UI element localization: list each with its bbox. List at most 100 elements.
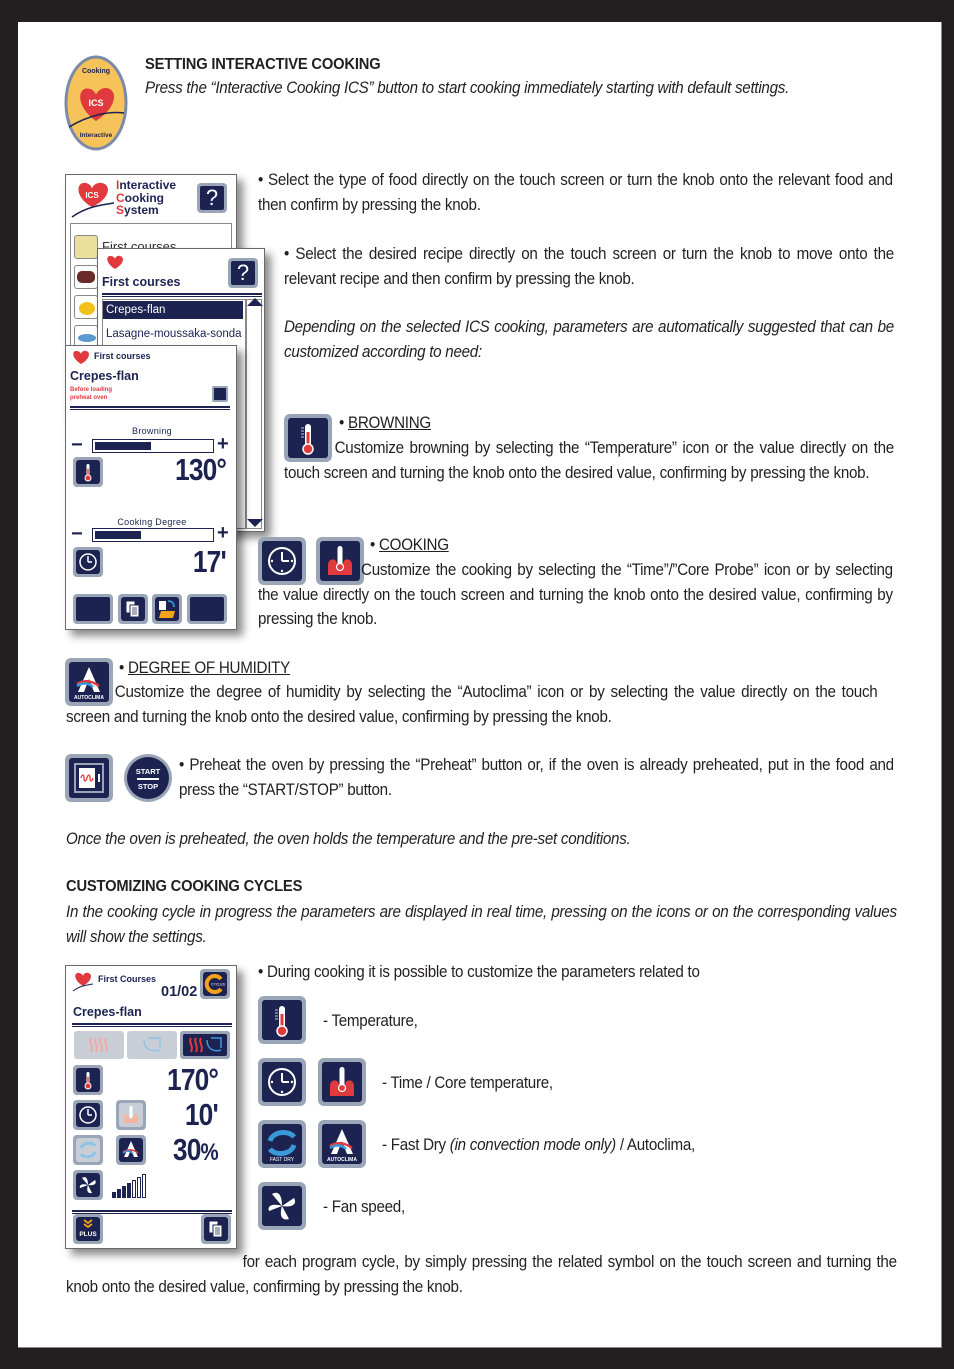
param-text: - Fast Dry xyxy=(382,1136,450,1154)
clock-icon xyxy=(79,1106,97,1124)
temperature-icon-tile xyxy=(258,996,306,1044)
closing-text: for each program cycle, by simply pressi… xyxy=(66,1253,897,1296)
fast-dry-icon xyxy=(79,1141,97,1159)
fan-speed-indicator[interactable] xyxy=(112,1174,152,1198)
section-title-customizing-cycles: CUSTOMIZING COOKING CYCLES xyxy=(66,878,303,895)
plus-chevrons-icon: PLUS xyxy=(79,1219,97,1238)
time-button[interactable] xyxy=(73,1100,103,1130)
cooking-heading: • COOKING xyxy=(370,533,449,558)
during-cooking-intro: • During cooking it is possible to custo… xyxy=(258,963,700,981)
core-probe-icon xyxy=(330,1067,354,1096)
cycles-icon: CYCLES xyxy=(204,974,226,994)
recipe-name: Crepes-flan xyxy=(70,369,139,383)
humidity-heading: • DEGREE OF HUMIDITY xyxy=(119,656,290,681)
preheat-text: • Preheat the oven by pressing the “Preh… xyxy=(179,756,894,799)
bullet: • xyxy=(370,536,379,554)
recipe-item-crepes-flan[interactable]: Crepes-flan xyxy=(103,301,243,319)
clock-icon xyxy=(79,553,97,571)
document-icon xyxy=(125,600,140,618)
humidity-number: 30 xyxy=(173,1132,201,1167)
svg-text:ICS: ICS xyxy=(85,191,99,200)
cooking-text: Customize the cooking by selecting the “… xyxy=(258,561,893,628)
time-value[interactable]: 10' xyxy=(185,1097,219,1133)
action-button-1[interactable] xyxy=(73,594,113,624)
cooking-degree-plus-button[interactable]: + xyxy=(217,522,229,545)
preheat-warning: Before loading preheat oven xyxy=(70,386,112,402)
save-to-folder-button[interactable] xyxy=(152,594,182,624)
category-label: First Courses xyxy=(98,974,157,984)
ics-heart-small-icon xyxy=(104,253,126,271)
section-subtitle-setting-ics: Press the “Interactive Cooking ICS” butt… xyxy=(145,79,790,97)
scrollbar[interactable] xyxy=(246,299,262,529)
preheat-icon-tile xyxy=(65,754,113,802)
stop-label: STOP xyxy=(137,782,159,791)
humidity-unit: % xyxy=(200,1139,219,1166)
clock-icon xyxy=(268,1068,296,1096)
food-icon-pasta[interactable] xyxy=(74,235,98,259)
param-text: / Autoclima, xyxy=(615,1136,695,1154)
heating-mode-steam[interactable] xyxy=(127,1031,177,1059)
section-title-setting-ics: SETTING INTERACTIVE COOKING xyxy=(145,56,381,73)
cooking-degree-bar-fill xyxy=(95,531,142,539)
svg-text:PLUS: PLUS xyxy=(79,1231,97,1238)
param-temperature: - Temperature, xyxy=(323,1012,418,1030)
recipe-settings-screen: First courses Crepes-flan Before loading… xyxy=(65,345,237,630)
fan-speed-bar xyxy=(117,1189,121,1198)
fan-speed-bar xyxy=(132,1180,136,1198)
heating-mode-convection[interactable] xyxy=(74,1031,124,1059)
thermometer-icon xyxy=(84,1072,92,1090)
recipe-list-title: First courses xyxy=(102,275,181,289)
time-value[interactable]: 17' xyxy=(193,544,227,580)
fast-dry-button[interactable] xyxy=(73,1135,103,1165)
recipe-item-lasagne[interactable]: Lasagne-moussaka-sonda xyxy=(103,325,243,343)
plus-button[interactable]: PLUS xyxy=(73,1214,103,1244)
ics-title: Interactive Cooking System xyxy=(116,179,176,217)
divider xyxy=(137,778,159,780)
recipe-notes-button[interactable] xyxy=(118,594,148,624)
help-button[interactable]: ? xyxy=(228,258,258,288)
cooking-degree-minus-button[interactable]: − xyxy=(71,523,83,546)
svg-text:Interactive: Interactive xyxy=(80,132,113,139)
autoclima-icon: AUTOCLIMA xyxy=(327,1129,357,1163)
cycles-button[interactable]: CYCLES xyxy=(200,969,230,999)
cooking-degree-bar[interactable] xyxy=(92,528,214,542)
food-icon-meat[interactable] xyxy=(74,265,98,289)
recipe-notes-button[interactable] xyxy=(201,1214,231,1244)
convection-heat-icon xyxy=(89,1037,108,1053)
browning-bar[interactable] xyxy=(92,439,214,453)
divider xyxy=(70,406,230,410)
recipe-name: Crepes-flan xyxy=(73,1005,142,1019)
warning-line: Before loading xyxy=(70,387,113,393)
steam-icon xyxy=(143,1037,161,1052)
cooking-degree-label: Cooking Degree xyxy=(117,517,187,527)
section-subtitle-customizing-cycles: In the cooking cycle in progress the par… xyxy=(66,903,897,946)
thermometer-icon xyxy=(84,464,92,482)
param-fan-speed: - Fan speed, xyxy=(323,1198,405,1216)
scroll-up-arrow-icon[interactable] xyxy=(247,298,263,306)
fan-speed-button[interactable] xyxy=(73,1170,103,1200)
divider xyxy=(102,293,262,297)
thermometer-icon xyxy=(275,1006,288,1037)
temperature-value[interactable]: 130° xyxy=(175,452,227,488)
bullet: • xyxy=(119,659,128,677)
temperature-button[interactable] xyxy=(73,457,103,487)
help-button[interactable]: ? xyxy=(197,183,227,213)
temperature-value[interactable]: 170° xyxy=(167,1062,219,1098)
heating-mode-combi[interactable] xyxy=(180,1031,230,1059)
autoclima-button[interactable] xyxy=(116,1135,146,1165)
core-probe-button[interactable] xyxy=(116,1100,146,1130)
humidity-value[interactable]: 30% xyxy=(173,1132,219,1168)
browning-minus-button[interactable]: − xyxy=(71,434,83,457)
temperature-button[interactable] xyxy=(73,1065,103,1095)
scroll-down-arrow-icon[interactable] xyxy=(247,519,263,527)
time-button[interactable] xyxy=(73,547,103,577)
action-button-4[interactable] xyxy=(187,594,227,624)
ics-heart-logo: ICS xyxy=(70,177,116,219)
food-icon-poultry[interactable] xyxy=(74,295,98,319)
svg-text:Cooking: Cooking xyxy=(82,68,110,75)
svg-text:CYCLES: CYCLES xyxy=(211,983,226,987)
oven-preheat-icon xyxy=(74,763,104,793)
preheat-small-button[interactable] xyxy=(212,386,228,402)
fan-icon-tile xyxy=(258,1182,306,1230)
ics-logo: Cooking ICS Interactive xyxy=(64,55,128,151)
